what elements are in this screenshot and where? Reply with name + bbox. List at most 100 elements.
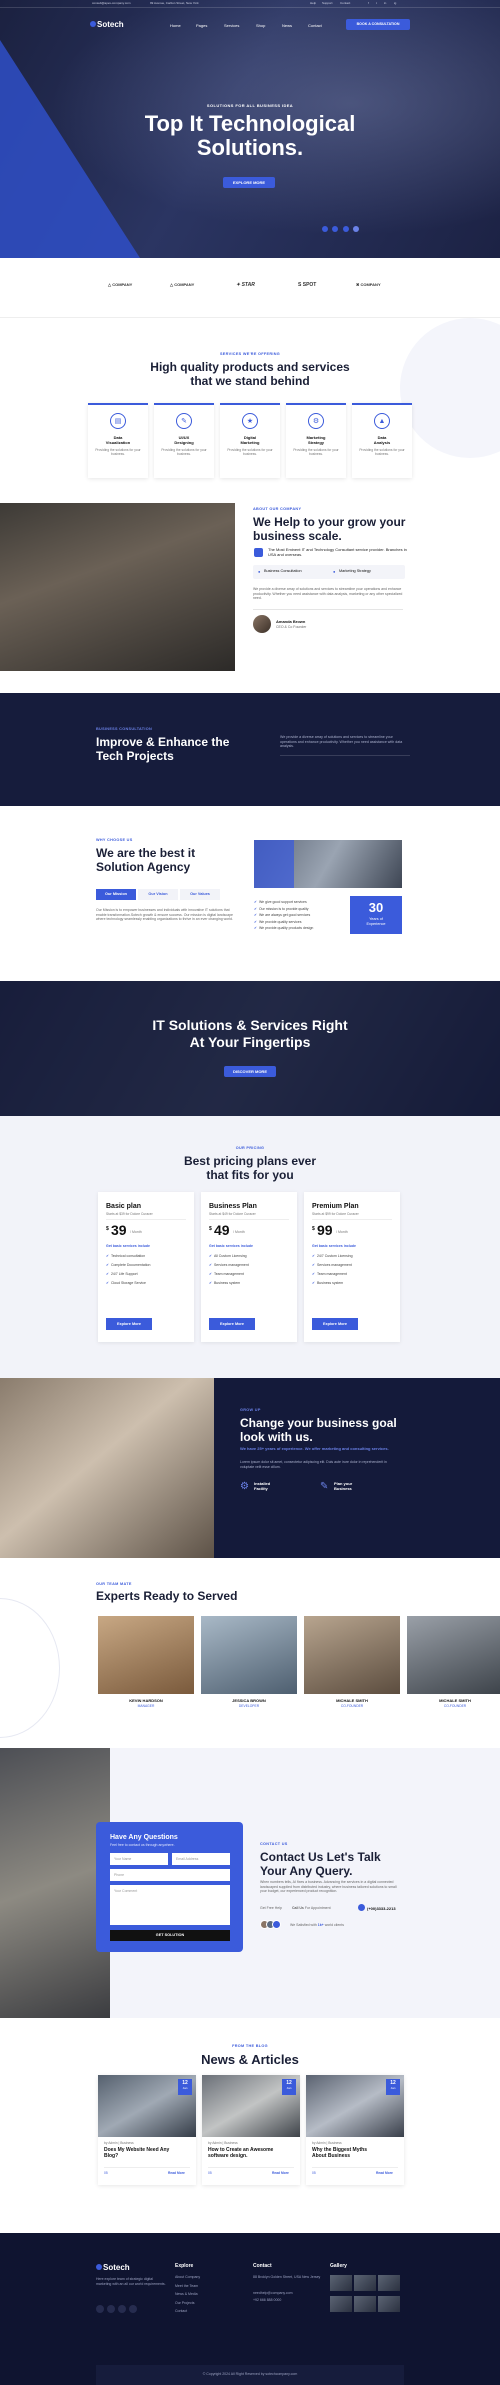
team-card[interactable]: MICHALE SMITH CO-FOUNDER xyxy=(407,1616,500,1716)
book-consultation-button[interactable]: BOOK A CONSULTATION xyxy=(346,19,410,30)
check-icon: ✔ xyxy=(106,1263,109,1267)
footer-link[interactable]: Contact xyxy=(175,2309,200,2314)
nav-services[interactable]: Services xyxy=(224,23,239,28)
linkedin-icon[interactable]: in xyxy=(384,1,386,6)
nav-shop[interactable]: Shop xyxy=(256,23,265,28)
footer-link[interactable]: News & Media xyxy=(175,2292,200,2297)
service-card[interactable]: ▤ Data Visualization Providing the solution… xyxy=(88,403,148,478)
nav-news[interactable]: News xyxy=(282,23,292,28)
team-role: DEVELOPER xyxy=(238,1704,260,1708)
gallery-thumb[interactable] xyxy=(378,2275,400,2291)
team-eyebrow: OUR TEAM MATE xyxy=(96,1582,132,1586)
phone-field[interactable]: Phone xyxy=(110,1869,230,1881)
avatar xyxy=(253,615,271,633)
instagram-icon[interactable]: ig xyxy=(394,1,396,6)
footer-link[interactable]: About Company xyxy=(175,2275,200,2280)
read-more-link[interactable]: Read More xyxy=(272,2171,289,2175)
linkedin-icon[interactable] xyxy=(118,2305,126,2313)
plan-name: Business Plan xyxy=(209,1203,257,1210)
check-icon: ✔ xyxy=(106,1281,109,1285)
message-field[interactable]: Your Comment xyxy=(110,1885,230,1925)
tab-values[interactable]: Our Values xyxy=(180,889,220,900)
plan-feature-text: 24/7 Life Support xyxy=(110,1272,138,1276)
service-card[interactable]: ⚙ Marketing Strategy Providing the solution… xyxy=(286,403,346,478)
plan-currency: $ xyxy=(312,1226,315,1232)
logo[interactable]: Sotech xyxy=(90,20,124,30)
comment-count: 05 xyxy=(208,2171,212,2175)
news-card[interactable]: 12 Jan by Admin | Business Why the Biggest … xyxy=(306,2075,404,2185)
slider-dot[interactable] xyxy=(322,226,328,232)
post-title-line2[interactable]: Blog? xyxy=(104,2153,118,2160)
divider xyxy=(106,1219,186,1220)
tab-mission[interactable]: Our Mission xyxy=(96,889,136,900)
topbar-email[interactable]: consult@apex-company.com xyxy=(92,1,131,6)
goal-section: GROW UP Change your business goal look wi… xyxy=(0,1378,500,1558)
service-desc: Providing the solutions for your busines… xyxy=(227,448,273,457)
explore-more-button[interactable]: Explore More xyxy=(106,1318,152,1330)
footer-logo[interactable]: Sotech xyxy=(96,2263,130,2273)
discover-more-button[interactable]: DISCOVER MORE xyxy=(224,1066,276,1077)
feature-installed: Installed Facility xyxy=(254,1481,271,1492)
topbar-link-contact[interactable]: Contact xyxy=(340,1,350,6)
read-more-link[interactable]: Read More xyxy=(168,2171,185,2175)
instagram-icon[interactable] xyxy=(129,2305,137,2313)
plan-icon: ✎ xyxy=(320,1481,329,1492)
topbar-link-support[interactable]: Support xyxy=(322,1,333,6)
team-role: MANAGER xyxy=(137,1704,155,1708)
plan-price: 39 xyxy=(111,1222,127,1238)
explore-more-button[interactable]: Explore More xyxy=(209,1318,255,1330)
service-card[interactable]: ★ Digital Marketing Providing the solutions… xyxy=(220,403,280,478)
gallery-thumb[interactable] xyxy=(354,2275,376,2291)
pricing-card: Basic plan Starts at $39 for Dolore Curac… xyxy=(98,1192,194,1342)
nav-pages[interactable]: Pages xyxy=(196,23,207,28)
team-card[interactable]: JESSICA BROWN DEVELOPER xyxy=(201,1616,297,1716)
plan-name: Premium Plan xyxy=(312,1203,359,1210)
facility-icon: ⚙ xyxy=(240,1481,249,1492)
about-eyebrow: ABOUT OUR COMPANY xyxy=(253,507,302,511)
get-solution-button[interactable]: GET SOLUTION xyxy=(110,1930,230,1941)
gallery-thumb[interactable] xyxy=(378,2295,400,2312)
slider-dot[interactable] xyxy=(342,226,349,232)
read-more-link[interactable]: Read More xyxy=(376,2171,393,2175)
nav-contact[interactable]: Contact xyxy=(308,23,322,28)
news-card[interactable]: 12 Jan by Admin | Business How to Create an… xyxy=(202,2075,300,2185)
slider-dots[interactable] xyxy=(322,226,360,235)
footer-link[interactable]: Meet the Team xyxy=(175,2284,200,2289)
service-card[interactable]: ✎ UI/UX Designing Providing the solutions f… xyxy=(154,403,214,478)
footer-email[interactable]: needhelp@company.com xyxy=(253,2291,292,2296)
news-card[interactable]: 12 Jan by Admin | Business Does My Website … xyxy=(98,2075,196,2185)
email-field[interactable]: Email Address xyxy=(172,1853,230,1865)
phone-number[interactable]: (+00)3333-2213 xyxy=(367,1906,396,1911)
team-card[interactable]: MICHALE SMITH CO-FOUNDER xyxy=(304,1616,400,1716)
gallery-thumb[interactable] xyxy=(330,2275,352,2291)
decor-rings xyxy=(0,1598,60,1738)
footer-link[interactable]: Our Projects xyxy=(175,2301,200,2306)
check-icon: ✔ xyxy=(106,1272,109,1276)
twitter-icon[interactable] xyxy=(107,2305,115,2313)
service-card[interactable]: ▲ Data Analysis Providing the solutions for… xyxy=(352,403,412,478)
twitter-icon[interactable]: t xyxy=(376,1,377,6)
slider-dot[interactable] xyxy=(332,226,339,232)
footer-phone[interactable]: +92 666 888 0000 xyxy=(253,2298,281,2303)
service-desc: Providing the solutions for your busines… xyxy=(293,448,339,457)
plan-feature-text: 24/7 Custom Licensing xyxy=(316,1254,353,1258)
hero-explore-button[interactable]: EXPLORE MORE xyxy=(223,177,275,188)
plan-feature: ✔ Business system xyxy=(209,1281,240,1286)
nav-home[interactable]: Home xyxy=(170,23,181,28)
hero-title: Top It Technological Solutions. xyxy=(0,111,500,160)
improve-title: Improve & Enhance the Tech Projects xyxy=(96,735,230,764)
explore-more-button[interactable]: Explore More xyxy=(312,1318,358,1330)
brand-logo: △ COMPANY xyxy=(108,282,133,287)
slider-dot[interactable] xyxy=(353,226,360,232)
post-title-line2[interactable]: About Business xyxy=(312,2153,350,2160)
tab-vision[interactable]: Our Vision xyxy=(138,889,178,900)
topbar-link-help[interactable]: Help xyxy=(310,1,316,6)
footer-gallery-heading: Gallery xyxy=(330,2263,347,2269)
facebook-icon[interactable]: f xyxy=(368,1,369,6)
gallery-thumb[interactable] xyxy=(354,2295,376,2312)
facebook-icon[interactable] xyxy=(96,2305,104,2313)
gallery-thumb[interactable] xyxy=(330,2295,352,2312)
name-field[interactable]: Your Name xyxy=(110,1853,168,1865)
post-title-line2[interactable]: software design. xyxy=(208,2153,247,2160)
team-card[interactable]: KEVIN HARDSON MANAGER xyxy=(98,1616,194,1716)
